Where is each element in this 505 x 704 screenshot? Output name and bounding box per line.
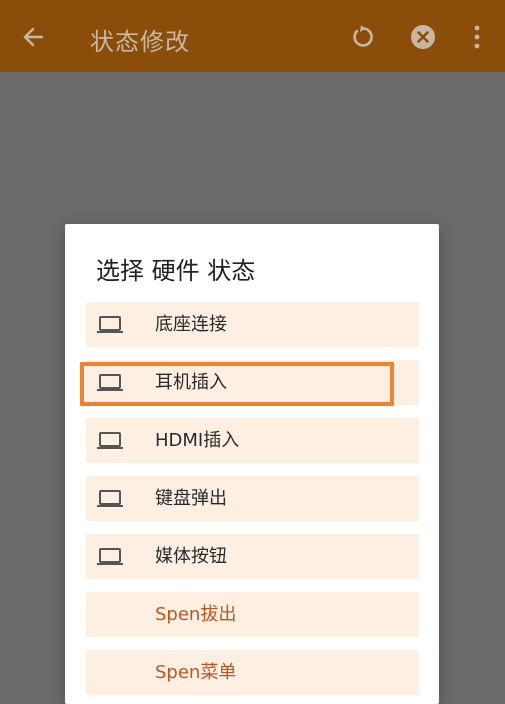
laptop-icon <box>95 488 125 510</box>
list-item-dock[interactable]: 底座连接 <box>86 302 419 347</box>
list-item-label: 媒体按钮 <box>155 546 227 567</box>
list-item-label: 耳机插入 <box>155 372 227 393</box>
laptop-icon <box>95 314 125 336</box>
list-item-spen-menu[interactable]: Spen菜单 <box>86 650 419 695</box>
refresh-icon[interactable] <box>349 24 375 50</box>
page-title: 状态修改 <box>90 28 190 56</box>
list-item-label: 底座连接 <box>155 314 227 335</box>
list-item-label: Spen拔出 <box>155 604 237 625</box>
arrow-left-icon[interactable] <box>22 26 44 48</box>
app-bar: 状态修改 <box>0 0 505 72</box>
list-item-media-button[interactable]: 媒体按钮 <box>86 534 419 579</box>
list-item-label: Spen菜单 <box>155 662 237 683</box>
laptop-icon <box>95 372 125 394</box>
dialog-title: 选择 硬件 状态 <box>96 257 256 285</box>
more-vert-icon[interactable] <box>470 24 484 50</box>
list-item-label: HDMI插入 <box>155 430 240 451</box>
list-item-label: 键盘弹出 <box>155 488 227 509</box>
laptop-icon <box>95 546 125 568</box>
close-circle-icon[interactable] <box>410 24 436 50</box>
list-item-hdmi[interactable]: HDMI插入 <box>86 418 419 463</box>
laptop-icon <box>95 430 125 452</box>
list-item-keyboard[interactable]: 键盘弹出 <box>86 476 419 521</box>
hardware-state-dialog: 选择 硬件 状态 底座连接 耳机插入 HDMI插入 键盘弹出 媒体按钮 Spen… <box>65 224 439 704</box>
list-item-spen-out[interactable]: Spen拔出 <box>86 592 419 637</box>
list-item-headphone[interactable]: 耳机插入 <box>86 360 419 405</box>
